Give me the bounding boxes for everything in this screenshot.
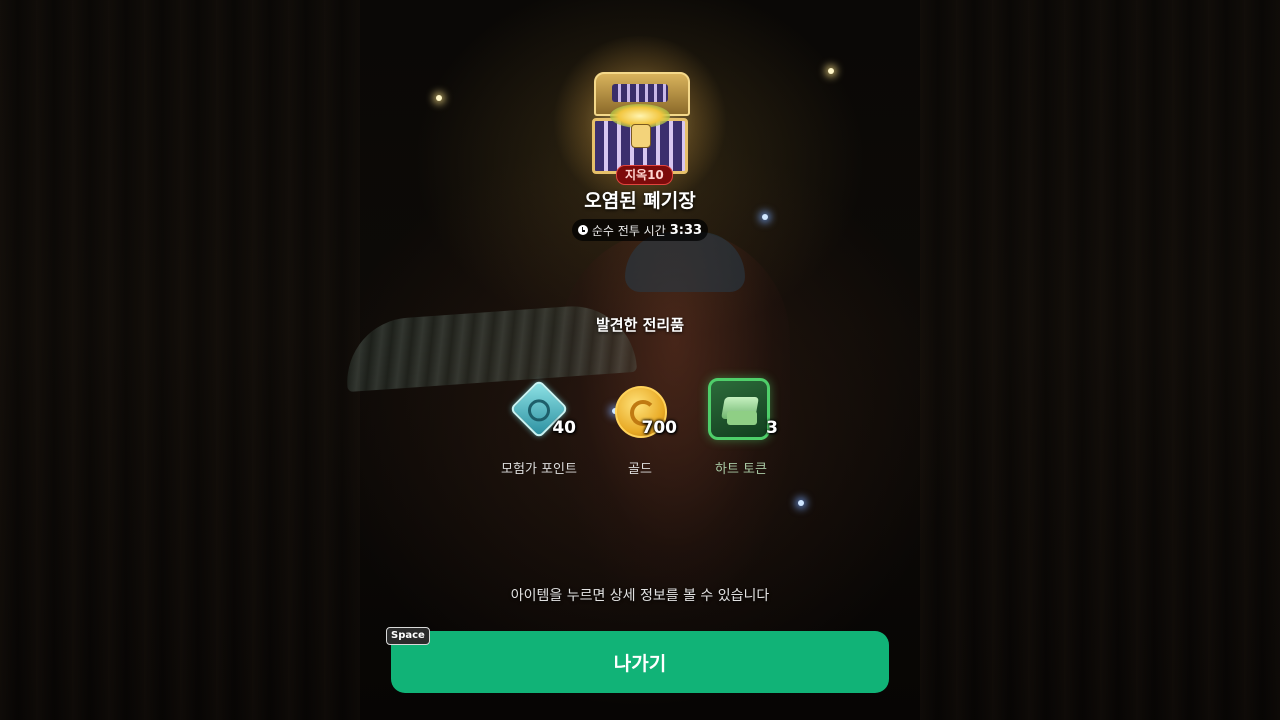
reward-amount: 3 — [766, 418, 778, 438]
loot-result-screen: 지옥10 오염된 폐기장 순수 전투 시간 3:33 발견한 전리품 40 모험… — [0, 0, 1280, 720]
battle-time-value: 3:33 — [669, 222, 703, 238]
sparkle — [762, 214, 768, 220]
dungeon-name: 오염된 폐기장 — [584, 190, 696, 212]
item-detail-hint: 아이템을 누르면 상세 정보를 볼 수 있습니다 — [510, 588, 770, 604]
space-key-hint: Space — [386, 627, 430, 645]
sparkle — [828, 68, 834, 74]
reward-amount: 700 — [641, 418, 678, 438]
sparkle — [436, 95, 442, 101]
reward-item-adventurer-point[interactable]: 40 모험가 포인트 — [484, 378, 594, 478]
reward-amount: 40 — [552, 418, 576, 438]
difficulty-badge: 지옥10 — [616, 165, 673, 185]
sparkle — [798, 500, 804, 506]
reward-item-gold[interactable]: 700 골드 — [585, 378, 695, 478]
background-character-hat — [625, 232, 745, 292]
exit-button[interactable]: 나가기 — [391, 631, 889, 693]
battle-time-pill: 순수 전투 시간 3:33 — [572, 219, 708, 241]
reward-label: 골드 — [628, 462, 652, 477]
heart-token-icon — [708, 378, 774, 444]
background-curtain-left — [0, 0, 360, 720]
background-curtain-right — [920, 0, 1280, 720]
reward-item-heart-token[interactable]: 3 하트 토큰 — [686, 378, 796, 478]
battle-time-label: 순수 전투 시간 — [591, 223, 666, 238]
clock-icon — [577, 225, 588, 235]
reward-label: 모험가 포인트 — [501, 462, 577, 477]
reward-label: 하트 토큰 — [715, 462, 767, 477]
loot-title: 발견한 전리품 — [595, 316, 685, 334]
